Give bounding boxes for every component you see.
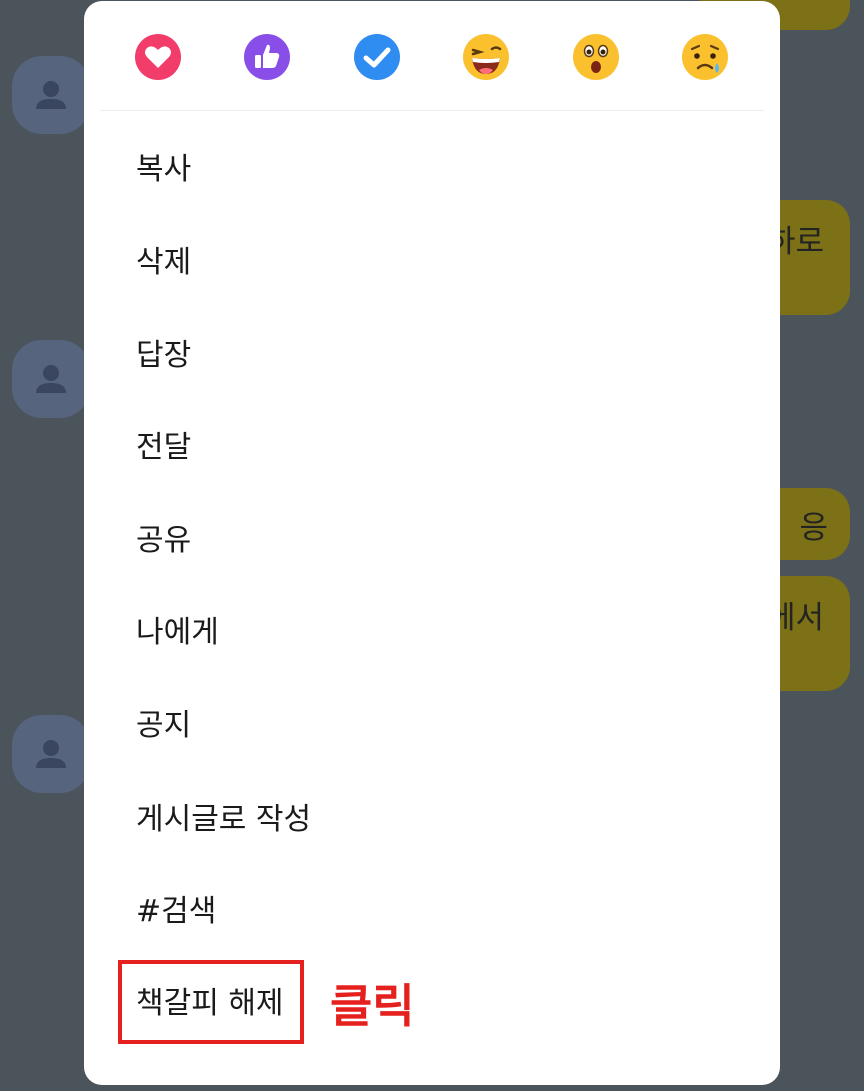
- sad-reaction-button[interactable]: [681, 33, 729, 81]
- person-icon: [36, 81, 66, 109]
- menu-item-delete[interactable]: 삭제: [136, 243, 191, 283]
- menu-item-hashtag-search[interactable]: #검색: [136, 892, 216, 932]
- check-reaction-button[interactable]: [353, 33, 401, 81]
- heart-reaction-button[interactable]: [134, 33, 182, 81]
- laughing-reaction-button[interactable]: [462, 33, 510, 81]
- sad-emoji-icon: [682, 34, 728, 80]
- check-icon: [354, 34, 400, 80]
- menu-item-notice[interactable]: 공지: [136, 706, 191, 746]
- message-context-menu: 복사 삭제 답장 전달 공유 나에게 공지 게시글로 작성 #검색 책갈피 해제: [84, 1, 780, 1085]
- surprised-reaction-button[interactable]: [572, 33, 620, 81]
- menu-item-forward[interactable]: 전달: [136, 428, 191, 468]
- click-annotation: 클릭: [330, 979, 415, 1033]
- laughing-emoji-icon: [463, 34, 509, 80]
- highlight-box: [118, 960, 304, 1044]
- menu-item-reply[interactable]: 답장: [136, 336, 191, 376]
- heart-icon: [135, 34, 181, 80]
- reaction-bar: [100, 1, 764, 111]
- menu-item-copy[interactable]: 복사: [136, 150, 191, 190]
- avatar: [12, 715, 90, 793]
- menu-item-write-post[interactable]: 게시글로 작성: [136, 800, 311, 840]
- person-icon: [36, 740, 66, 768]
- avatar: [12, 56, 90, 134]
- surprised-emoji-icon: [573, 34, 619, 80]
- person-icon: [36, 365, 66, 393]
- thumbs-up-reaction-button[interactable]: [243, 33, 291, 81]
- menu-item-share[interactable]: 공유: [136, 521, 191, 561]
- thumbs-up-icon: [244, 34, 290, 80]
- menu-item-to-me[interactable]: 나에게: [136, 613, 219, 653]
- avatar: [12, 340, 90, 418]
